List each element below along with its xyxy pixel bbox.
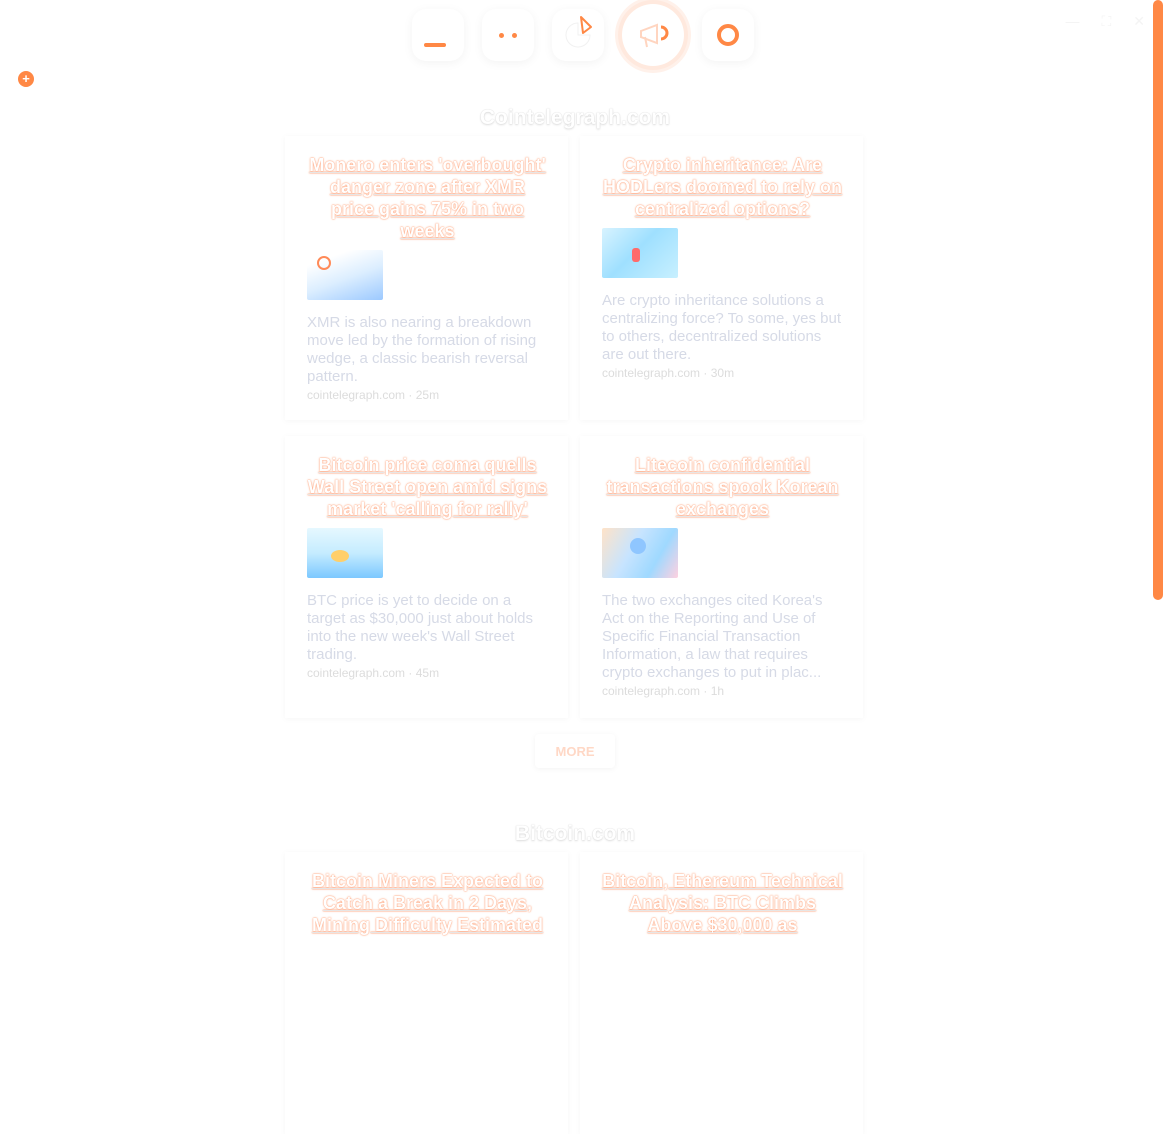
article-meta: cointelegraph.com · 1h: [602, 684, 725, 698]
close-icon[interactable]: ✕: [1133, 14, 1145, 28]
news-section: Cointelegraph.com Monero enters 'overbou…: [285, 100, 865, 768]
scrollbar[interactable]: [1153, 0, 1163, 600]
article-meta: cointelegraph.com · 25m: [307, 388, 440, 402]
section-title: Bitcoin.com: [514, 822, 636, 845]
article-description: Are crypto inheritance solutions a centr…: [602, 292, 842, 363]
news-feed: Cointelegraph.com Monero enters 'overbou…: [285, 100, 865, 1134]
article-title[interactable]: Crypto inheritance: Are HODLers doomed t…: [602, 154, 843, 220]
ring-icon: [717, 24, 739, 46]
article-description: XMR is also nearing a breakdown move led…: [307, 314, 537, 385]
dashboard-icon: [424, 43, 446, 47]
nav-portfolio[interactable]: [552, 9, 604, 61]
news-card[interactable]: Monero enters 'overbought' danger zone a…: [285, 136, 568, 420]
article-title[interactable]: Litecoin confidential transactions spook…: [602, 454, 843, 520]
article-description: The two exchanges cited Korea's Act on t…: [602, 592, 823, 681]
minimize-icon[interactable]: —: [1065, 14, 1079, 28]
nav-markets[interactable]: [482, 9, 534, 61]
maximize-icon[interactable]: ⛶: [1101, 14, 1111, 28]
add-button[interactable]: +: [18, 71, 34, 87]
nav-dashboard[interactable]: [412, 9, 464, 61]
megaphone-icon: [640, 23, 669, 48]
article-description: BTC price is yet to decide on a target a…: [307, 592, 533, 663]
dots-icon: [499, 32, 517, 38]
article-title[interactable]: Bitcoin, Ethereum Technical Analysis: BT…: [602, 870, 843, 936]
pie-icon: [565, 16, 592, 48]
article-title[interactable]: Bitcoin price coma quells Wall Street op…: [307, 454, 548, 520]
section-title: Cointelegraph.com: [479, 106, 671, 129]
nav-news[interactable]: [622, 4, 684, 66]
news-card[interactable]: Litecoin confidential transactions spook…: [580, 436, 863, 718]
article-thumbnail: [602, 228, 678, 278]
article-title[interactable]: Monero enters 'overbought' danger zone a…: [307, 154, 548, 242]
article-meta: cointelegraph.com · 30m: [602, 366, 735, 380]
article-title[interactable]: Bitcoin Miners Expected to Catch a Break…: [307, 870, 548, 936]
news-card[interactable]: Crypto inheritance: Are HODLers doomed t…: [580, 136, 863, 420]
article-thumbnail: [602, 528, 678, 578]
window-controls: — ⛶ ✕: [1065, 14, 1145, 28]
article-thumbnail: [307, 250, 383, 300]
news-card[interactable]: Bitcoin Miners Expected to Catch a Break…: [285, 852, 568, 1134]
article-thumbnail: [307, 528, 383, 578]
top-navigation: [412, 0, 754, 70]
news-section: Bitcoin.com Bitcoin Miners Expected to C…: [285, 816, 865, 1134]
news-card[interactable]: Bitcoin, Ethereum Technical Analysis: BT…: [580, 852, 863, 1134]
nav-settings[interactable]: [702, 9, 754, 61]
more-button[interactable]: MORE: [535, 734, 615, 768]
article-meta: cointelegraph.com · 45m: [307, 666, 440, 680]
news-card[interactable]: Bitcoin price coma quells Wall Street op…: [285, 436, 568, 718]
